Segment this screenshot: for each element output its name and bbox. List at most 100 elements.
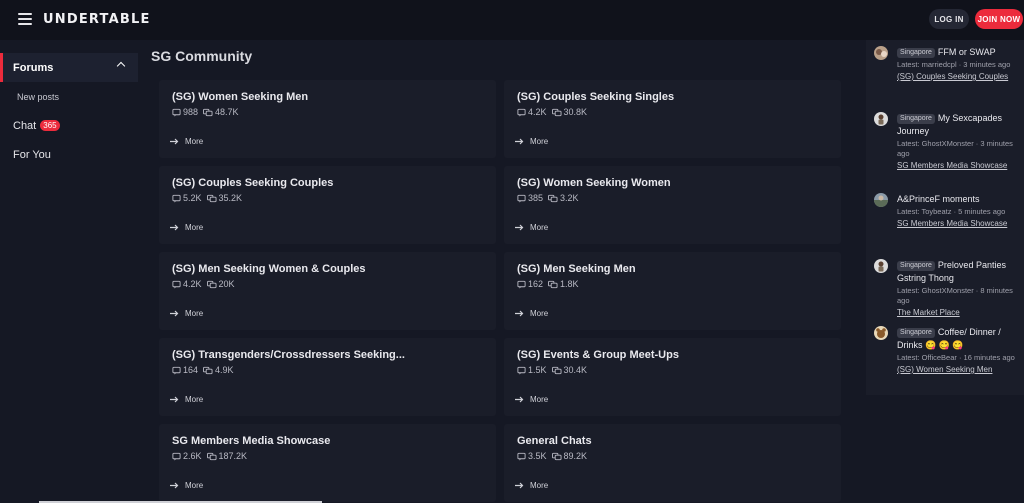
more-label: More: [530, 309, 549, 318]
forum-title[interactable]: (SG) Women Seeking Women: [517, 177, 671, 189]
sidebar-item-label: Chat: [13, 119, 37, 132]
thread-count: 4.2K: [528, 107, 547, 117]
site-logo[interactable]: UNDERTABLE: [43, 12, 151, 27]
chevron-up-icon[interactable]: [116, 61, 126, 71]
post-forum-link[interactable]: SG Members Media Showcase: [897, 218, 1024, 229]
login-button[interactable]: LOG IN: [929, 9, 969, 29]
forum-stats: 385 3.2K: [517, 193, 579, 203]
post-count: 89.2K: [563, 451, 588, 461]
posts-icon: [206, 280, 217, 288]
forum-title[interactable]: (SG) Women Seeking Men: [172, 91, 308, 103]
forum-stats: 2.6K 187.2K: [172, 451, 247, 461]
join-now-button[interactable]: JOIN NOW: [975, 9, 1023, 29]
more-link[interactable]: More: [515, 137, 548, 146]
posts-icon: [206, 452, 217, 460]
forum-card[interactable]: (SG) Transgenders/Crossdressers Seeking.…: [159, 338, 496, 416]
sidebar-item-chat[interactable]: Chat 365: [0, 111, 138, 140]
post-count: 3.2K: [560, 193, 579, 203]
forum-card[interactable]: General Chats 3.5K 89.2K More: [504, 424, 841, 502]
threads-icon: [517, 280, 526, 289]
more-link[interactable]: More: [170, 309, 203, 318]
sidebar-item-new-posts[interactable]: New posts: [0, 82, 138, 111]
avatar[interactable]: [874, 259, 888, 273]
post-count: 48.7K: [215, 107, 239, 117]
more-link[interactable]: More: [515, 309, 548, 318]
more-link[interactable]: More: [515, 223, 548, 232]
forum-title[interactable]: SG Members Media Showcase: [172, 435, 330, 447]
post-count: 35.2K: [218, 193, 243, 203]
forum-title[interactable]: (SG) Couples Seeking Couples: [172, 177, 333, 189]
threads-icon: [172, 108, 181, 117]
threads-icon: [172, 194, 181, 203]
thread-count: 164: [183, 365, 199, 375]
latest-posts-panel: Singapore FFM or SWAP Latest: marriedcpl …: [866, 40, 1024, 395]
forum-stats: 5.2K 35.2K: [172, 193, 242, 203]
forum-card[interactable]: (SG) Couples Seeking Singles 4.2K 30.8K …: [504, 80, 841, 158]
posts-icon: [206, 194, 217, 202]
page-title: SG Community: [151, 48, 253, 64]
arrow-right-icon: [170, 396, 179, 403]
more-link[interactable]: More: [170, 395, 203, 404]
threads-icon: [517, 452, 526, 461]
more-label: More: [530, 223, 549, 232]
post-forum-link[interactable]: The Market Place: [897, 307, 1024, 318]
more-link[interactable]: More: [515, 395, 548, 404]
avatar[interactable]: [874, 46, 888, 60]
forum-card[interactable]: SG Members Media Showcase 2.6K 187.2K Mo…: [159, 424, 496, 502]
forum-title[interactable]: (SG) Men Seeking Men: [517, 263, 636, 275]
region-tag: Singapore: [897, 261, 935, 271]
more-link[interactable]: More: [515, 481, 548, 490]
forum-stats: 164 4.9K: [172, 365, 234, 375]
more-link[interactable]: More: [170, 137, 203, 146]
avatar[interactable]: [874, 326, 888, 340]
forum-title[interactable]: (SG) Couples Seeking Singles: [517, 91, 674, 103]
post-title[interactable]: A&PrinceF moments: [897, 194, 980, 204]
sidebar-item-forums[interactable]: Forums: [0, 53, 138, 82]
forum-card[interactable]: (SG) Women Seeking Men 988 48.7K More: [159, 80, 496, 158]
post-forum-link[interactable]: (SG) Couples Seeking Couples: [897, 71, 1024, 82]
post-forum-link[interactable]: (SG) Women Seeking Men: [897, 364, 1024, 375]
arrow-right-icon: [515, 224, 524, 231]
post-meta: Latest: marriedcpl · 3 minutes ago: [897, 60, 1011, 69]
forum-title[interactable]: General Chats: [517, 435, 592, 447]
forum-title[interactable]: (SG) Transgenders/Crossdressers Seeking.…: [172, 349, 405, 361]
forum-card[interactable]: (SG) Men Seeking Women & Couples 4.2K 20…: [159, 252, 496, 330]
threads-icon: [172, 452, 181, 461]
forum-title[interactable]: (SG) Men Seeking Women & Couples: [172, 263, 366, 275]
post-count: 20K: [218, 279, 235, 289]
arrow-right-icon: [515, 138, 524, 145]
post-meta: Latest: GhostXMonster · 3 minutes ago: [897, 139, 1013, 158]
more-link[interactable]: More: [170, 223, 203, 232]
arrow-right-icon: [515, 482, 524, 489]
post-count: 1.8K: [560, 279, 579, 289]
avatar[interactable]: [874, 193, 888, 207]
arrow-right-icon: [170, 310, 179, 317]
post-count: 187.2K: [218, 451, 248, 461]
posts-icon: [203, 366, 213, 374]
thread-count: 5.2K: [183, 193, 202, 203]
post-count: 4.9K: [215, 365, 234, 375]
more-label: More: [530, 395, 549, 404]
post-forum-link[interactable]: SG Members Media Showcase: [897, 160, 1024, 171]
threads-icon: [517, 194, 526, 203]
region-tag: Singapore: [897, 328, 935, 338]
hamburger-menu-icon[interactable]: [18, 13, 32, 25]
more-link[interactable]: More: [170, 481, 203, 490]
forum-card[interactable]: (SG) Women Seeking Women 385 3.2K More: [504, 166, 841, 244]
more-label: More: [530, 137, 549, 146]
forum-card[interactable]: (SG) Men Seeking Men 162 1.8K More: [504, 252, 841, 330]
forum-title[interactable]: (SG) Events & Group Meet-Ups: [517, 349, 679, 361]
arrow-right-icon: [170, 138, 179, 145]
sidebar-item-label: Forums: [13, 61, 54, 74]
sidebar-item-for-you[interactable]: For You: [0, 140, 138, 169]
arrow-right-icon: [515, 396, 524, 403]
thread-count: 3.5K: [528, 451, 547, 461]
post-title[interactable]: FFM or SWAP: [938, 47, 996, 57]
forum-card[interactable]: (SG) Events & Group Meet-Ups 1.5K 30.4K …: [504, 338, 841, 416]
arrow-right-icon: [170, 224, 179, 231]
thread-count: 4.2K: [183, 279, 202, 289]
top-bar: UNDERTABLE LOG IN JOIN NOW: [0, 0, 1024, 40]
forum-card[interactable]: (SG) Couples Seeking Couples 5.2K 35.2K …: [159, 166, 496, 244]
post-meta: Latest: GhostXMonster · 8 minutes ago: [897, 286, 1013, 305]
avatar[interactable]: [874, 112, 888, 126]
